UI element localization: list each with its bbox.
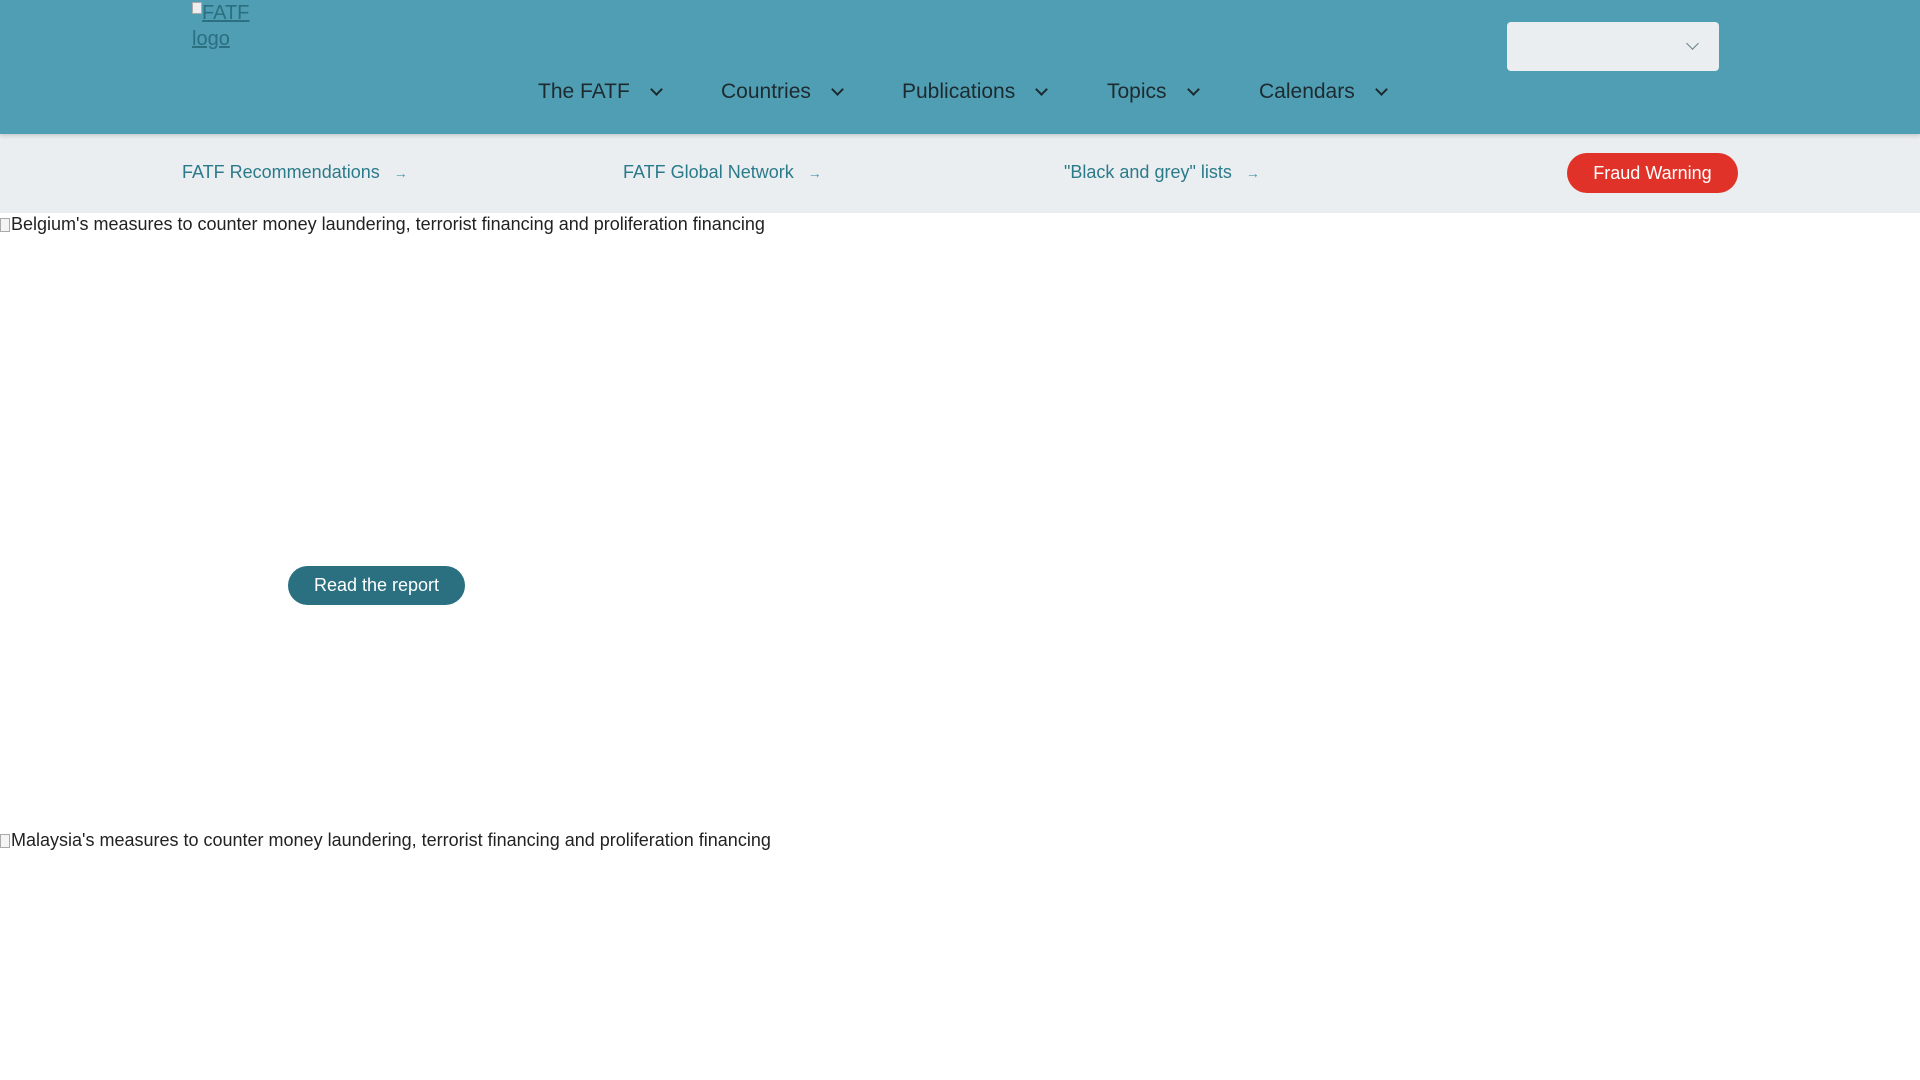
read-the-report-button[interactable]: Read the report: [288, 566, 465, 605]
image-alt-text: Belgium's measures to counter money laun…: [11, 214, 765, 234]
broken-image-icon: [0, 833, 10, 848]
chevron-down-icon: [1186, 82, 1200, 96]
language-select[interactable]: [1507, 22, 1719, 71]
nav-the-fatf[interactable]: The FATF: [538, 80, 663, 104]
nav-label: Calendars: [1259, 80, 1355, 103]
chevron-down-icon: [1035, 82, 1049, 96]
nav-label: Topics: [1107, 80, 1167, 103]
chevron-down-icon: [1374, 82, 1388, 96]
chevron-down-icon: [831, 82, 844, 96]
link-fatf-global-network[interactable]: FATF Global Network →: [623, 162, 822, 183]
nav-label: The FATF: [538, 80, 630, 103]
link-label: "Black and grey" lists: [1064, 162, 1232, 182]
image-alt-text: Malaysia's measures to counter money lau…: [11, 830, 771, 850]
site-header: FATF logo The FATF Countries Publication…: [0, 0, 1920, 134]
arrow-right-icon: →: [393, 164, 408, 181]
link-label: FATF Recommendations: [182, 162, 380, 182]
fraud-warning-button[interactable]: Fraud Warning: [1567, 153, 1738, 193]
nav-label: Countries: [721, 80, 811, 103]
slide-image-belgium: Belgium's measures to counter money laun…: [0, 214, 765, 235]
nav-countries[interactable]: Countries: [721, 80, 844, 104]
nav-calendars[interactable]: Calendars: [1259, 80, 1388, 104]
arrow-right-icon: →: [1245, 164, 1260, 181]
broken-image-icon: [192, 2, 202, 14]
nav-topics[interactable]: Topics: [1107, 80, 1200, 104]
nav-publications[interactable]: Publications: [902, 80, 1049, 104]
link-black-and-grey-lists[interactable]: "Black and grey" lists →: [1064, 162, 1260, 183]
fatf-logo-link[interactable]: FATF logo: [192, 0, 262, 52]
link-label: FATF Global Network: [623, 162, 794, 182]
nav-label: Publications: [902, 80, 1016, 103]
chevron-down-icon: [1686, 37, 1699, 50]
link-fatf-recommendations[interactable]: FATF Recommendations →: [182, 162, 408, 183]
slide-image-malaysia: Malaysia's measures to counter money lau…: [0, 830, 771, 851]
broken-image-icon: [0, 217, 10, 232]
chevron-down-icon: [649, 82, 663, 96]
arrow-right-icon: →: [807, 164, 822, 181]
